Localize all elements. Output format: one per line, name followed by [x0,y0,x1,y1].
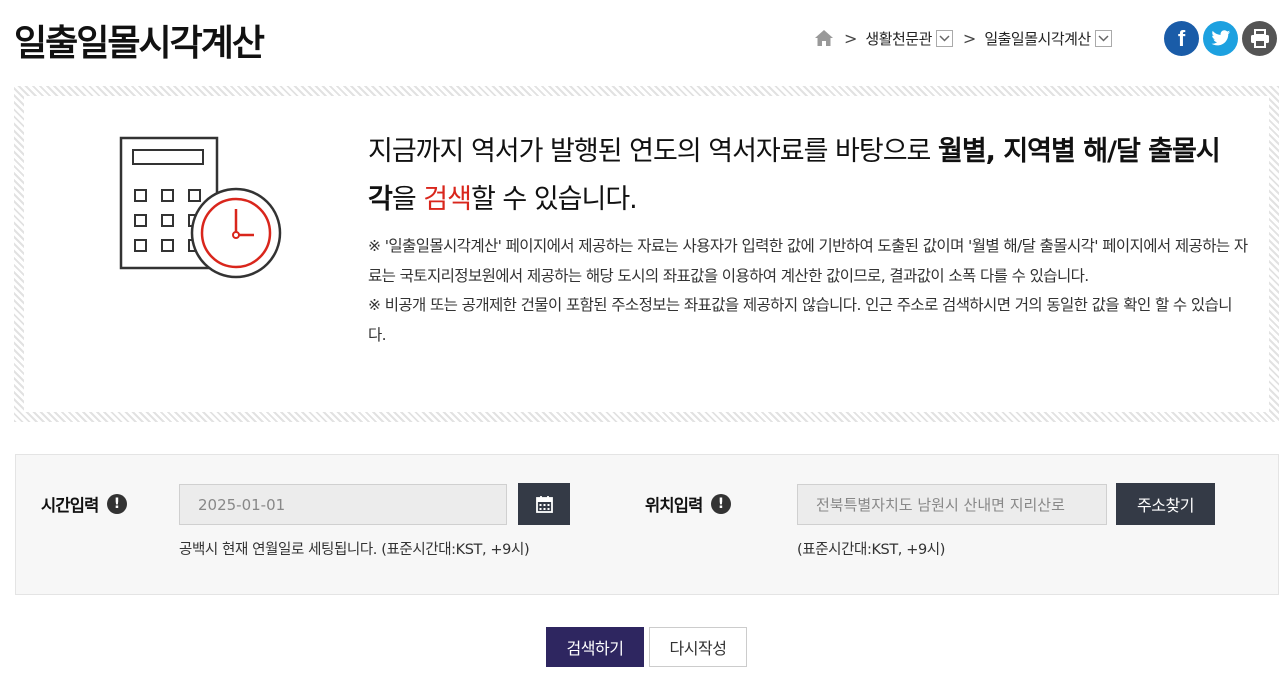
chevron-right-icon: > [962,28,977,48]
time-input-label: 시간입력 ! [41,492,127,516]
printer-icon [1250,29,1269,48]
chevron-down-icon[interactable] [935,29,953,47]
note-text: ※ '일출일몰시각계산' 페이지에서 제공하는 자료는 사용자가 입력한 값에 … [368,237,1248,285]
time-label-text: 시간입력 [41,496,99,515]
intro-notes: ※ '일출일몰시각계산' 페이지에서 제공하는 자료는 사용자가 입력한 값에 … [368,232,1248,350]
headline-text: 지금까지 역서가 발행된 연도의 역서자료를 바탕으로 [368,136,938,167]
location-label-text: 위치입력 [645,496,703,515]
search-panel: 시간입력 ! 공백시 현재 연월일로 세팅됩니다. (표준시간대:KST, +9… [15,454,1279,595]
breadcrumb-label: 일출일몰시각계산 [984,29,1091,48]
time-hint: 공백시 현재 연월일로 세팅됩니다. (표준시간대:KST, +9시) [179,542,530,558]
chevron-right-icon: > [844,28,858,48]
breadcrumb-label: 생활천문관 [865,29,932,48]
facebook-icon: f [1177,25,1186,51]
facebook-share-button[interactable]: f [1164,21,1199,56]
print-button[interactable] [1242,21,1277,56]
page-title: 일출일몰시각계산 [14,23,265,64]
search-button[interactable]: 검색하기 [546,627,644,667]
info-icon[interactable]: ! [106,494,127,514]
chevron-down-icon[interactable] [1094,29,1112,47]
calendar-icon [535,496,553,513]
address-input[interactable] [797,484,1107,525]
info-icon[interactable]: ! [710,494,731,514]
location-input-label: 위치입력 ! [645,492,731,516]
location-hint: (표준시간대:KST, +9시) [797,542,946,558]
breadcrumb-item-astronomy[interactable]: 생활천문관 [865,28,953,49]
reset-button[interactable]: 다시작성 [649,627,747,667]
calendar-button[interactable] [518,483,570,525]
date-input[interactable] [179,484,507,525]
breadcrumb: > 생활천문관 > 일출일몰시각계산 [814,24,1112,52]
find-address-button[interactable]: 주소찾기 [1116,483,1215,525]
intro-headline: 지금까지 역서가 발행된 연도의 역서자료를 바탕으로 월별, 지역별 해/달 … [368,128,1238,224]
calculator-clock-icon [119,136,282,279]
headline-highlight-text: 검색 [423,184,472,215]
home-icon[interactable] [814,28,834,48]
breadcrumb-item-sunrise[interactable]: 일출일몰시각계산 [984,28,1112,49]
note-text: ※ 비공개 또는 공개제한 건물이 포함된 주소정보는 좌표값을 제공하지 않습… [368,296,1233,344]
headline-text: 을 [391,184,424,215]
twitter-share-button[interactable] [1203,21,1238,56]
twitter-icon [1210,30,1230,46]
intro-panel: 지금까지 역서가 발행된 연도의 역서자료를 바탕으로 월별, 지역별 해/달 … [14,86,1279,422]
headline-text: 할 수 있습니다. [470,184,638,215]
